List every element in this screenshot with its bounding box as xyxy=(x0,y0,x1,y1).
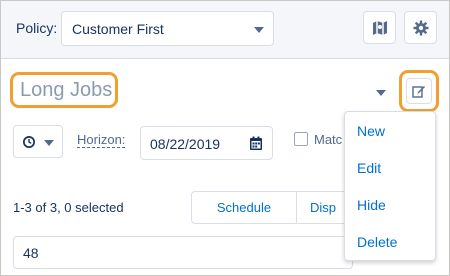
list-chevron-down-icon[interactable] xyxy=(376,90,386,96)
list-title: Long Jobs xyxy=(20,79,113,101)
settings-button[interactable] xyxy=(404,11,437,44)
horizon-date-input[interactable]: 08/22/2019 xyxy=(140,126,273,160)
clock-icon xyxy=(23,136,35,148)
list-actions-menu: New Edit Hide Delete xyxy=(344,111,436,261)
match-checkbox[interactable] xyxy=(294,132,308,146)
map-button[interactable] xyxy=(363,11,396,44)
menu-item-hide[interactable]: Hide xyxy=(357,197,386,213)
policy-select[interactable]: Customer First xyxy=(61,11,274,46)
policy-select-value: Customer First xyxy=(72,21,164,37)
gear-icon xyxy=(413,20,429,36)
chevron-down-icon xyxy=(254,27,264,33)
selection-count: 1-3 of 3, 0 selected xyxy=(13,200,124,215)
dispatch-button[interactable]: Disp xyxy=(310,192,336,223)
calendar-icon[interactable] xyxy=(249,136,263,151)
policy-label: Policy: xyxy=(16,20,58,36)
horizon-date-value: 08/22/2019 xyxy=(150,136,221,152)
menu-item-new[interactable]: New xyxy=(357,123,385,139)
app-frame: Policy: Customer First Long Jobs Horizon… xyxy=(0,0,450,276)
edit-icon xyxy=(412,86,425,98)
policy-header: Policy: Customer First xyxy=(1,1,449,59)
match-label: Matc xyxy=(314,132,343,147)
time-mode-button[interactable] xyxy=(13,125,63,158)
map-icon xyxy=(373,21,387,35)
chevron-down-icon xyxy=(44,140,54,146)
menu-item-delete[interactable]: Delete xyxy=(357,234,397,250)
row-value-field[interactable]: 48 xyxy=(13,236,353,269)
row-value: 48 xyxy=(23,245,39,261)
menu-item-edit[interactable]: Edit xyxy=(357,160,381,176)
list-title-highlight[interactable]: Long Jobs xyxy=(10,72,118,108)
horizon-label: Horizon: xyxy=(77,132,126,148)
edit-list-button[interactable] xyxy=(406,78,432,104)
schedule-button[interactable]: Schedule xyxy=(192,192,297,223)
edit-button-highlight xyxy=(399,70,439,112)
